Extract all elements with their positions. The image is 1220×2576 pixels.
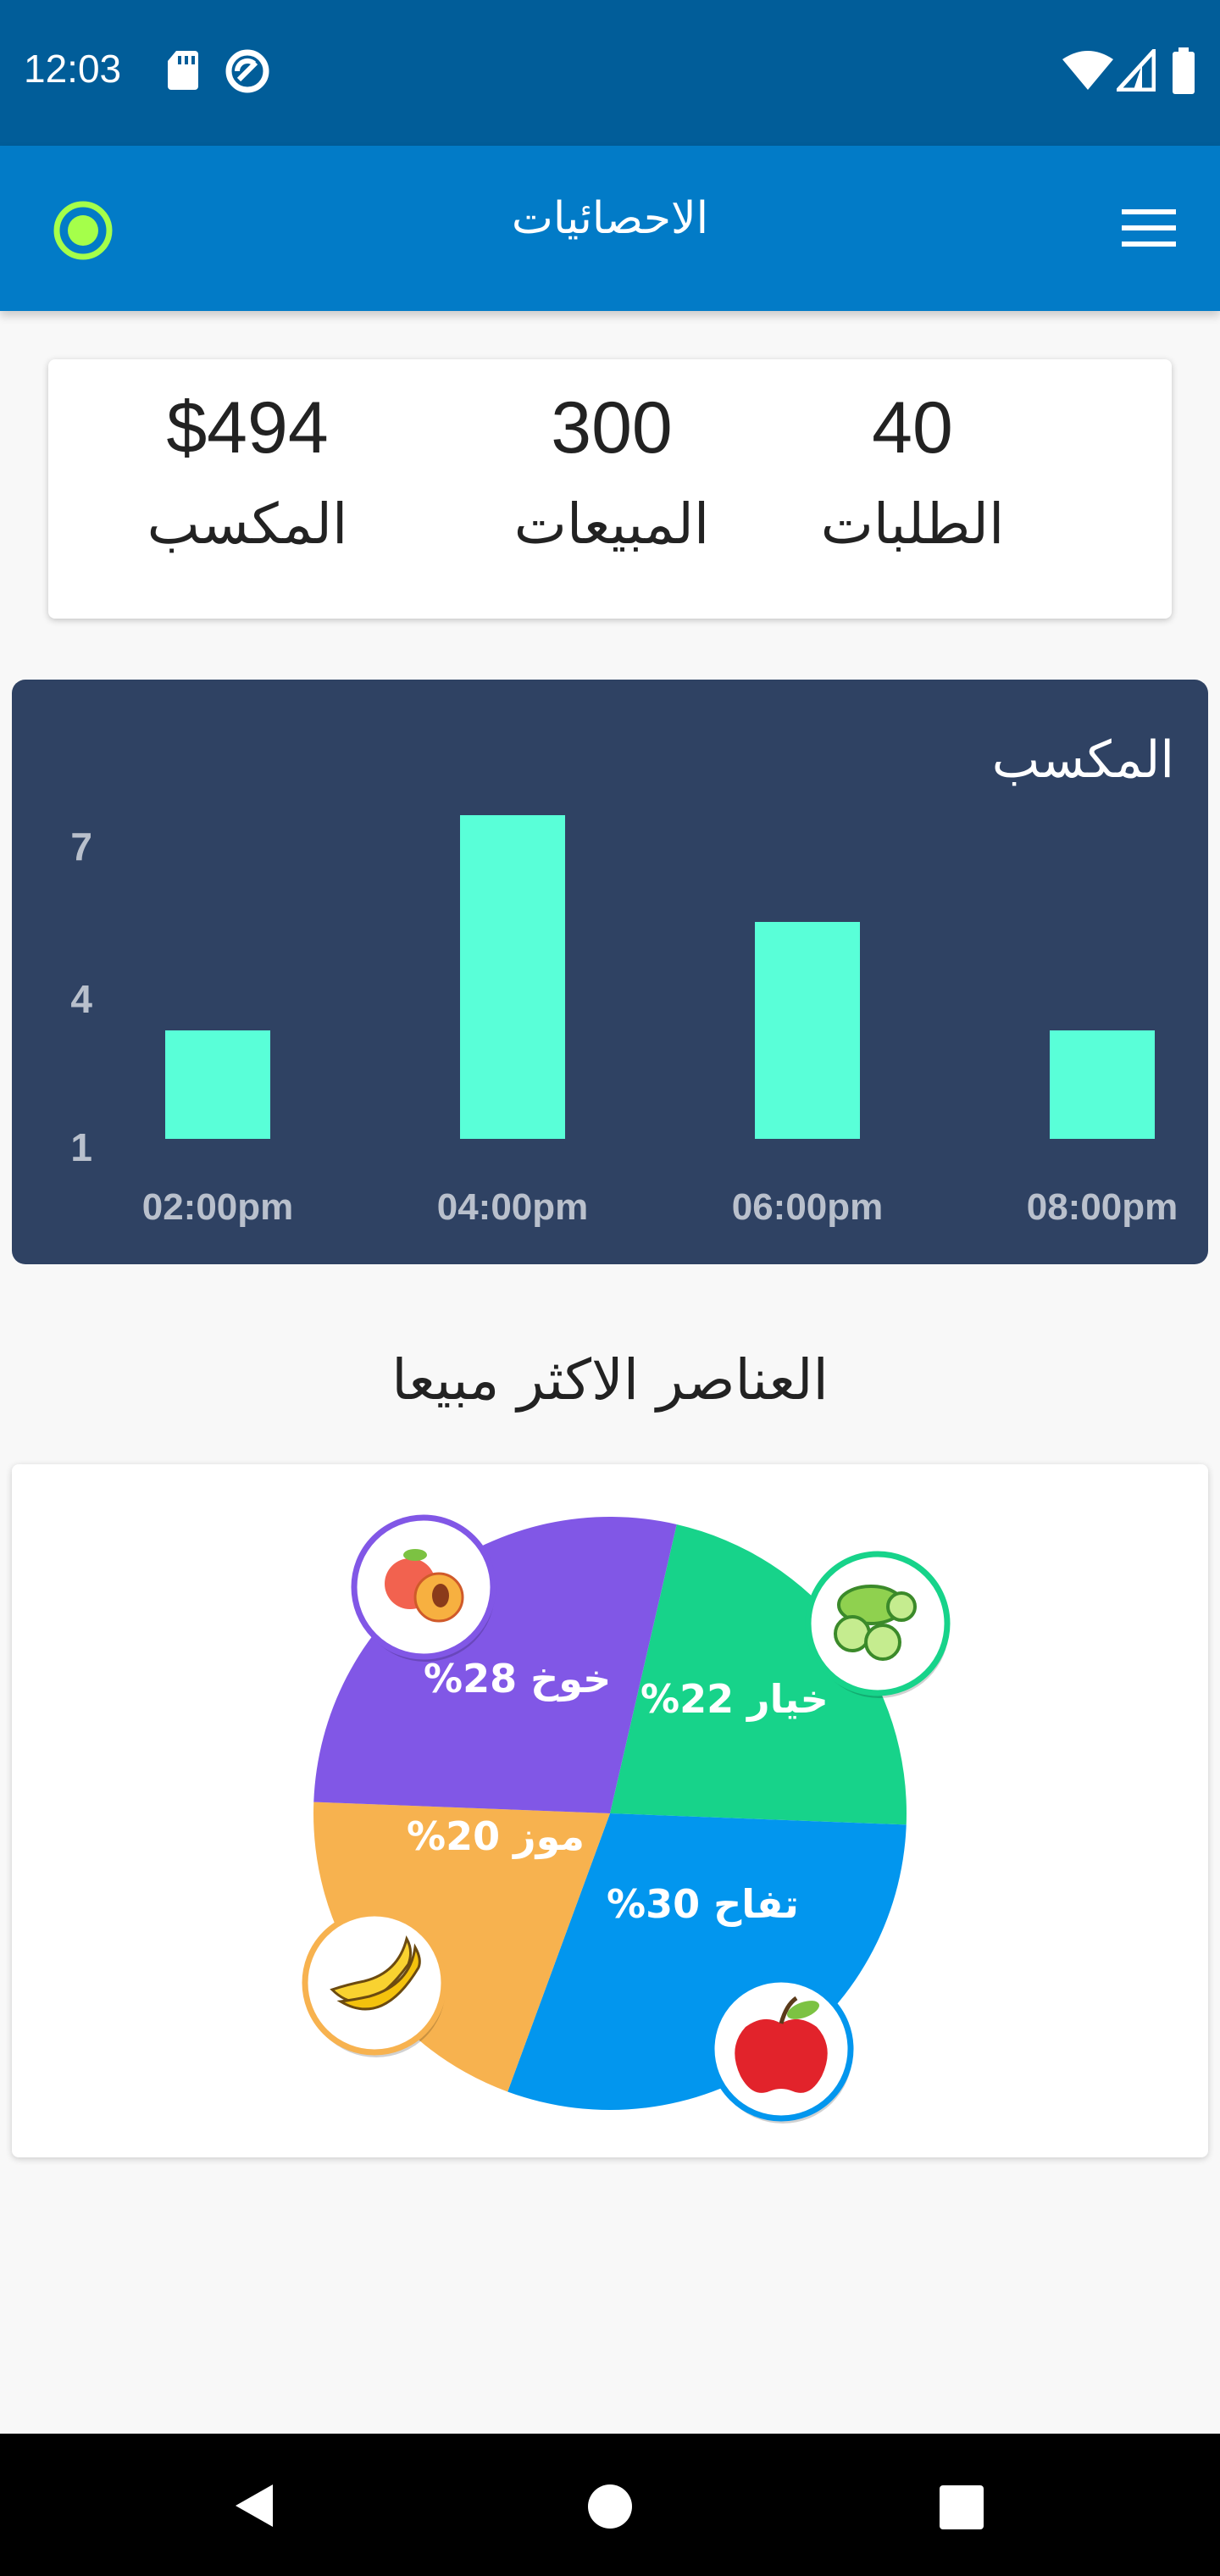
y-tick-label: 4 bbox=[70, 977, 92, 1021]
do-not-disturb-icon bbox=[225, 49, 269, 93]
peach-icon bbox=[351, 1514, 496, 1662]
status-bar: 12:03 bbox=[0, 0, 1220, 146]
cucumber-icon bbox=[805, 1551, 951, 1698]
banana-icon bbox=[302, 1910, 447, 2057]
back-icon[interactable] bbox=[230, 2481, 276, 2530]
pie-slice-label: موز 20% bbox=[407, 1813, 585, 1859]
bar bbox=[755, 922, 860, 1139]
top-items-card: خيار 22% تفاح 30% موز 20% خوخ 28% bbox=[12, 1464, 1208, 2157]
bar bbox=[1050, 1030, 1155, 1139]
page-title: الاحصائيات bbox=[511, 193, 709, 244]
y-tick-label: 1 bbox=[70, 1125, 92, 1169]
signal-icon bbox=[1117, 49, 1156, 92]
apple-icon bbox=[708, 1976, 854, 2124]
x-tick-label: 08:00pm bbox=[1027, 1186, 1178, 1228]
sales-label: المبيعات bbox=[513, 491, 710, 557]
home-icon[interactable] bbox=[586, 2483, 634, 2530]
top-items-title: العناصر الاكثر مبيعا bbox=[391, 1347, 829, 1413]
earnings-chart-card: المكسب 1 4 7 02:00pm 04:00pm 06:00pm 08:00pm bbox=[12, 680, 1208, 1264]
stat-orders: 40 الطلبات bbox=[777, 381, 1048, 571]
status-time: 12:03 bbox=[24, 47, 122, 91]
bar bbox=[165, 1030, 270, 1139]
stat-earnings: $494 المكسب bbox=[95, 381, 400, 571]
app-bar: الاحصائيات bbox=[0, 146, 1220, 311]
recents-icon[interactable] bbox=[939, 2484, 984, 2530]
stats-card: 40 الطلبات 300 المبيعات $494 المكسب bbox=[48, 359, 1172, 619]
hamburger-menu-icon[interactable] bbox=[1120, 208, 1178, 248]
orders-label: الطلبات bbox=[820, 491, 1005, 557]
x-tick-label: 02:00pm bbox=[142, 1186, 294, 1228]
stat-sales: 300 المبيعات bbox=[459, 381, 764, 571]
x-tick-label: 04:00pm bbox=[437, 1186, 589, 1228]
pie-slice-label: خوخ 28% bbox=[424, 1656, 612, 1702]
orders-value: 40 bbox=[872, 387, 953, 469]
sales-value: 300 bbox=[551, 387, 673, 469]
pie-slice-label: خيار 22% bbox=[640, 1676, 829, 1722]
x-tick-label: 06:00pm bbox=[732, 1186, 884, 1228]
y-tick-label: 7 bbox=[70, 824, 92, 869]
pie-slice-label: تفاح 30% bbox=[607, 1881, 799, 1927]
wifi-icon bbox=[1062, 51, 1113, 90]
sd-card-icon bbox=[168, 51, 198, 90]
earnings-label: المكسب bbox=[147, 491, 348, 557]
navigation-bar bbox=[0, 2434, 1220, 2576]
top-items-pie-chart bbox=[302, 1514, 951, 2124]
earnings-value: $494 bbox=[166, 387, 329, 469]
bar bbox=[460, 815, 565, 1139]
earnings-bar-chart: 1 4 7 02:00pm 04:00pm 06:00pm 08:00pm bbox=[70, 815, 1178, 1228]
battery-icon bbox=[1173, 47, 1195, 94]
